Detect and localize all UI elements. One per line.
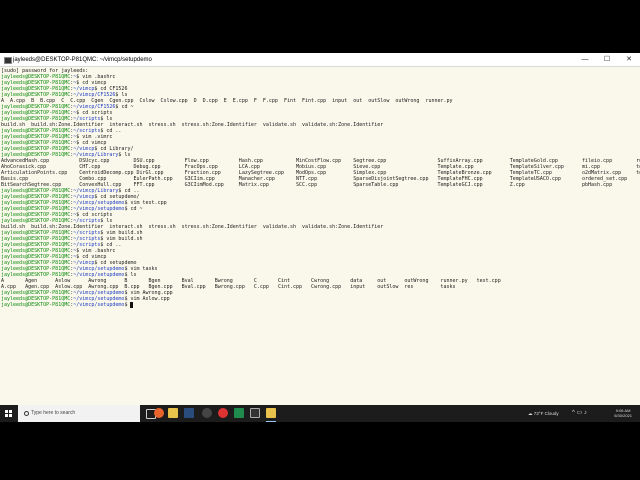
active-app-indicator xyxy=(266,421,276,422)
close-button[interactable]: ✕ xyxy=(618,53,640,67)
tray-icons[interactable]: ^ ▭ ♪ xyxy=(572,405,587,422)
search-icon xyxy=(24,411,29,416)
terminal-line: jayleeds@DESKTOP-P81QMC:~/vimcp/setupdem… xyxy=(1,302,134,308)
prompt-path: ~/vimcp/setupdemo xyxy=(73,302,125,308)
start-icon[interactable] xyxy=(0,405,18,422)
terminal-cursor xyxy=(130,302,134,308)
terminal-icon[interactable] xyxy=(250,408,260,418)
terminal-app-icon xyxy=(4,57,12,64)
file-explorer-icon[interactable] xyxy=(168,408,178,418)
chrome-icon[interactable] xyxy=(218,408,228,418)
volume-icon[interactable]: ♪ xyxy=(584,410,587,416)
terminal-text: $ cd ~ xyxy=(115,104,134,110)
clock[interactable]: 9:06 AM 5/30/2021 xyxy=(614,408,632,418)
sound-icon[interactable] xyxy=(202,408,212,418)
chevron-up-icon[interactable]: ^ xyxy=(572,410,575,416)
weather-text: 73°F Cloudy xyxy=(533,411,559,416)
window-title: jayleeds@DESKTOP-P81QMC: ~/vimcp/setupde… xyxy=(13,57,152,63)
steam-icon[interactable] xyxy=(184,408,194,418)
minimize-button[interactable]: — xyxy=(574,53,596,67)
edge-icon[interactable] xyxy=(154,408,164,418)
cloud-icon: ☁ xyxy=(528,411,533,416)
excel-icon[interactable] xyxy=(234,408,244,418)
network-icon[interactable]: ▭ xyxy=(577,410,583,416)
terminal-text: $ cd ~ xyxy=(124,206,143,212)
taskbar: Type here to search ☁ 73°F Cloudy ^ ▭ ♪ … xyxy=(0,405,640,422)
terminal-output[interactable]: [sudo] password for jayleeds: jayleeds@DE… xyxy=(0,67,640,405)
clock-date: 5/30/2021 xyxy=(614,413,632,418)
window-titlebar[interactable]: jayleeds@DESKTOP-P81QMC: ~/vimcp/setupde… xyxy=(0,53,640,67)
prompt-user: jayleeds@DESKTOP-P81QMC xyxy=(1,302,71,308)
search-box[interactable]: Type here to search xyxy=(18,405,140,422)
weather-widget[interactable]: ☁ 73°F Cloudy xyxy=(528,405,559,422)
search-placeholder: Type here to search xyxy=(31,410,76,416)
vim-icon[interactable] xyxy=(266,408,276,418)
maximize-button[interactable]: ☐ xyxy=(596,53,618,67)
